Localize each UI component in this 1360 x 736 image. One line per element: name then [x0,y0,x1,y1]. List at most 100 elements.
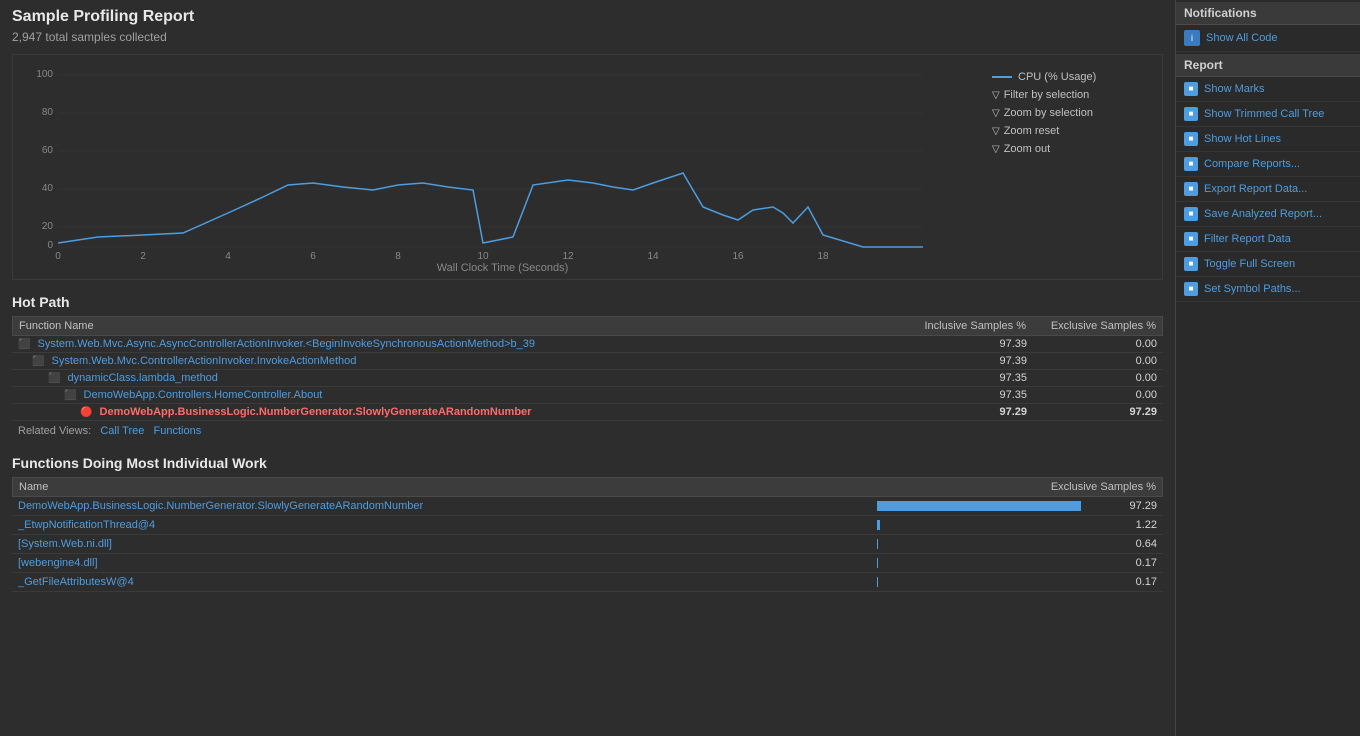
info-icon: i [1184,30,1200,46]
notifications-header: Notifications [1176,2,1360,25]
func-row-name-4[interactable]: _GetFileAttributesW@4 [18,576,877,588]
chart-icon: ■ [1184,82,1198,96]
func-bar-0 [877,501,1081,511]
sidebar-item-filter-report-data[interactable]: ■ Filter Report Data [1176,227,1360,252]
svg-text:4: 4 [225,251,231,260]
compare-icon: ■ [1184,157,1198,171]
zoom-reset[interactable]: ▽ Zoom reset [992,125,1152,137]
svg-text:16: 16 [732,251,744,260]
sidebar-item-toggle-full-screen[interactable]: ■ Toggle Full Screen [1176,252,1360,277]
sidebar-label-show-all-code: Show All Code [1206,32,1278,44]
sidebar-label-export-report-data: Export Report Data... [1204,183,1307,195]
row-name-4: 🔴 DemoWebApp.BusinessLogic.NumberGenerat… [80,406,897,418]
svg-text:100: 100 [36,69,53,80]
chart-container: 100 80 60 40 20 0 0 [12,54,1163,280]
svg-text:0: 0 [55,251,61,260]
func-row-exc-0: 97.29 [1097,500,1157,512]
func-row-exc-4: 0.17 [1097,576,1157,588]
functions-link[interactable]: Functions [154,425,202,437]
col-function-name: Function Name [19,320,896,332]
report-header: Report [1176,54,1360,77]
svg-text:0: 0 [47,240,53,251]
row-exc-2: 0.00 [1027,372,1157,384]
func-row: DemoWebApp.BusinessLogic.NumberGenerator… [12,497,1163,516]
hot-path-row: ⬛ System.Web.Mvc.Async.AsyncControllerAc… [12,336,1163,353]
export-icon: ■ [1184,182,1198,196]
func-row-name-2[interactable]: [System.Web.ni.dll] [18,538,877,550]
func-bar-cell-2 [877,539,1097,549]
sidebar-notifications: i Show All Code [1176,25,1360,52]
sidebar-item-save-analyzed-report[interactable]: ■ Save Analyzed Report... [1176,202,1360,227]
func-row-exc-3: 0.17 [1097,557,1157,569]
row-inc-4: 97.29 [897,406,1027,418]
func-bar-4 [877,577,878,587]
sidebar-item-set-symbol-paths[interactable]: ■ Set Symbol Paths... [1176,277,1360,302]
func-rows: DemoWebApp.BusinessLogic.NumberGenerator… [12,497,1163,592]
sidebar-item-show-trimmed-call-tree[interactable]: ■ Show Trimmed Call Tree [1176,102,1360,127]
row-name-2: ⬛ dynamicClass.lambda_method [48,372,897,384]
svg-text:6: 6 [310,251,316,260]
svg-text:12: 12 [562,251,574,260]
row-link-1[interactable]: System.Web.Mvc.ControllerActionInvoker.I… [52,355,357,367]
filter-icon: ■ [1184,232,1198,246]
svg-text:40: 40 [42,183,54,194]
sidebar-item-show-hot-lines[interactable]: ■ Show Hot Lines [1176,127,1360,152]
sidebar-item-compare-reports[interactable]: ■ Compare Reports... [1176,152,1360,177]
sidebar-item-show-marks[interactable]: ■ Show Marks [1176,77,1360,102]
filter-by-selection[interactable]: ▽ Filter by selection [992,89,1152,101]
sidebar-label-set-symbol-paths: Set Symbol Paths... [1204,283,1301,295]
symbol-icon: ■ [1184,282,1198,296]
hot-path-row: ⬛ dynamicClass.lambda_method 97.35 0.00 [12,370,1163,387]
call-tree-link[interactable]: Call Tree [100,425,144,437]
func-row-name-1[interactable]: _EtwpNotificationThread@4 [18,519,877,531]
hot-path-row: ⬛ System.Web.Mvc.ControllerActionInvoker… [12,353,1163,370]
hot-path-row: ⬛ DemoWebApp.Controllers.HomeController.… [12,387,1163,404]
hot-path-header: Function Name Inclusive Samples % Exclus… [12,316,1163,336]
func-bar-cell-4 [877,577,1097,587]
row-inc-1: 97.39 [897,355,1027,367]
sidebar-label-show-marks: Show Marks [1204,83,1265,95]
fullscreen-icon: ■ [1184,257,1198,271]
func-col-exc: Exclusive Samples % [1026,481,1156,493]
sidebar-label-show-trimmed-call-tree: Show Trimmed Call Tree [1204,108,1324,120]
row-exc-3: 0.00 [1027,389,1157,401]
hot-path-row: 🔴 DemoWebApp.BusinessLogic.NumberGenerat… [12,404,1163,421]
row-link-2[interactable]: dynamicClass.lambda_method [68,372,218,384]
legend-cpu-line [992,76,1012,78]
row-name-3: ⬛ DemoWebApp.Controllers.HomeController.… [64,389,897,401]
functions-section: Functions Doing Most Individual Work Nam… [12,455,1163,592]
sidebar-label-toggle-full-screen: Toggle Full Screen [1204,258,1295,270]
related-views: Related Views: Call Tree Functions [12,421,1163,441]
func-bar-2 [877,539,878,549]
func-bar-1 [877,520,880,530]
cpu-chart: 100 80 60 40 20 0 0 [23,65,923,260]
row-icon-1: ⬛ [32,356,44,367]
func-bar-3 [877,558,878,568]
sidebar: Notifications i Show All Code Report ■ S… [1175,0,1360,736]
sidebar-report: ■ Show Marks■ Show Trimmed Call Tree■ Sh… [1176,77,1360,302]
row-exc-4: 97.29 [1027,406,1157,418]
row-icon-2: ⬛ [48,373,60,384]
zoom-by-selection[interactable]: ▽ Zoom by selection [992,107,1152,119]
legend-cpu-label: CPU (% Usage) [1018,71,1096,83]
hot-path-section: Hot Path Function Name Inclusive Samples… [12,294,1163,441]
sidebar-label-filter-report-data: Filter Report Data [1204,233,1291,245]
row-inc-0: 97.39 [897,338,1027,350]
col-exclusive: Exclusive Samples % [1026,320,1156,332]
chart-area: 100 80 60 40 20 0 0 [23,65,1152,274]
row-link-4[interactable]: DemoWebApp.BusinessLogic.NumberGenerator… [100,406,532,418]
sidebar-label-compare-reports: Compare Reports... [1204,158,1300,170]
row-link-0[interactable]: System.Web.Mvc.Async.AsyncControllerActi… [38,338,536,350]
sidebar-item-export-report-data[interactable]: ■ Export Report Data... [1176,177,1360,202]
svg-text:14: 14 [647,251,659,260]
zoom-out[interactable]: ▽ Zoom out [992,143,1152,155]
row-link-3[interactable]: DemoWebApp.Controllers.HomeController.Ab… [84,389,323,401]
svg-text:60: 60 [42,145,54,156]
related-views-label: Related Views: [18,425,91,437]
row-inc-3: 97.35 [897,389,1027,401]
svg-text:20: 20 [42,221,54,232]
func-bar-cell-0 [877,501,1097,511]
func-row-name-0[interactable]: DemoWebApp.BusinessLogic.NumberGenerator… [18,500,877,512]
sidebar-item-show-all-code[interactable]: i Show All Code [1176,25,1360,52]
func-row-name-3[interactable]: [webengine4.dll] [18,557,877,569]
